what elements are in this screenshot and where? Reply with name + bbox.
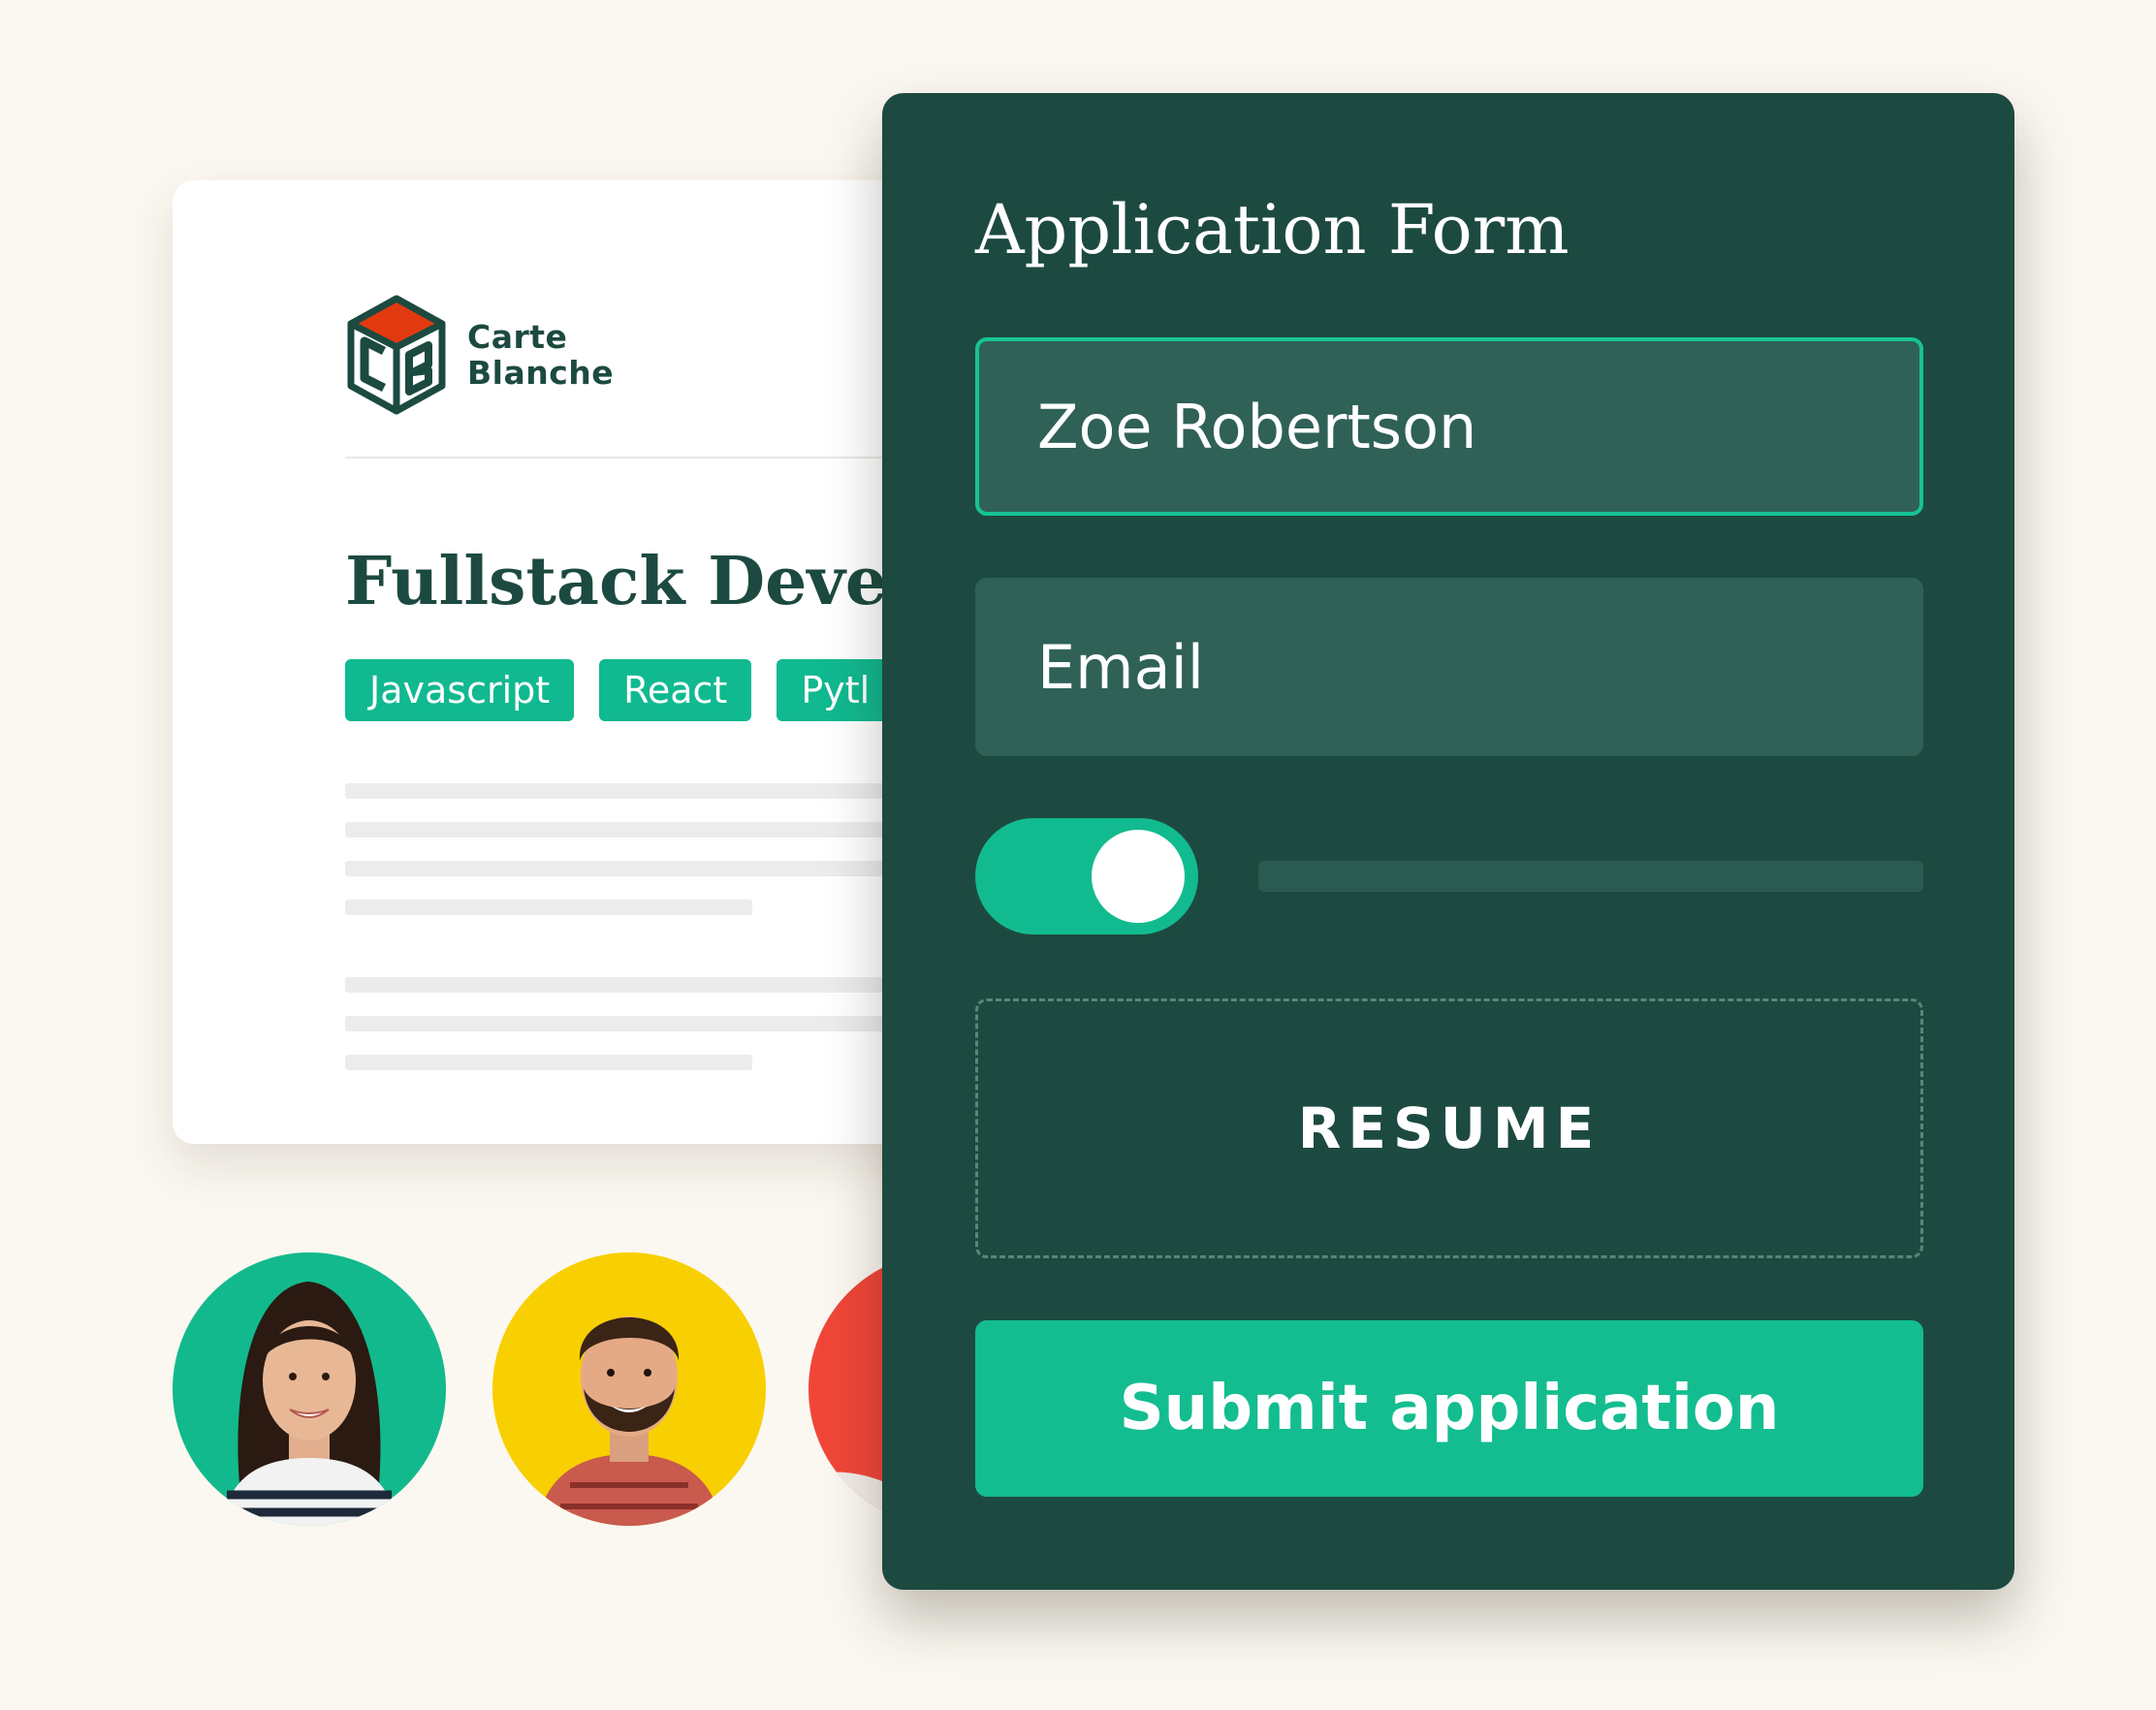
form-title: Application Form	[975, 190, 1569, 269]
person-man-icon	[492, 1252, 766, 1526]
skill-tags: Javascript React Pytl	[345, 659, 895, 721]
tag-react: React	[599, 659, 752, 721]
avatar-man	[492, 1252, 766, 1526]
application-form: Application Form Zoe Robertson Email RES…	[882, 93, 2014, 1590]
tag-javascript: Javascript	[345, 659, 575, 721]
avatar-woman	[173, 1252, 446, 1526]
brand-name: Carte Blanche	[467, 319, 614, 391]
resume-upload-label: RESUME	[1297, 1095, 1601, 1161]
submit-application-button[interactable]: Submit application	[975, 1320, 1923, 1497]
person-woman-icon	[173, 1252, 446, 1526]
consent-toggle[interactable]	[975, 818, 1198, 934]
placeholder-text-line	[345, 1055, 752, 1070]
stage: Carte Blanche Fullstack Develo Javascrip…	[0, 0, 2156, 1710]
name-input-value: Zoe Robertson	[1037, 391, 1477, 462]
cube-logo-icon	[347, 295, 446, 415]
tag-python: Pytl	[777, 659, 895, 721]
placeholder-text-line	[345, 900, 752, 915]
brand-logo: Carte Blanche	[345, 295, 614, 415]
name-input[interactable]: Zoe Robertson	[975, 337, 1923, 516]
email-input[interactable]: Email	[975, 578, 1923, 756]
toggle-label-placeholder	[1258, 861, 1923, 892]
job-title: Fullstack Develo	[345, 543, 957, 620]
toggle-knob	[1092, 830, 1185, 923]
email-input-label: Email	[1037, 631, 1205, 703]
brand-name-line1: Carte	[467, 318, 568, 356]
resume-upload-dropzone[interactable]: RESUME	[975, 998, 1923, 1258]
brand-name-line2: Blanche	[467, 354, 615, 392]
